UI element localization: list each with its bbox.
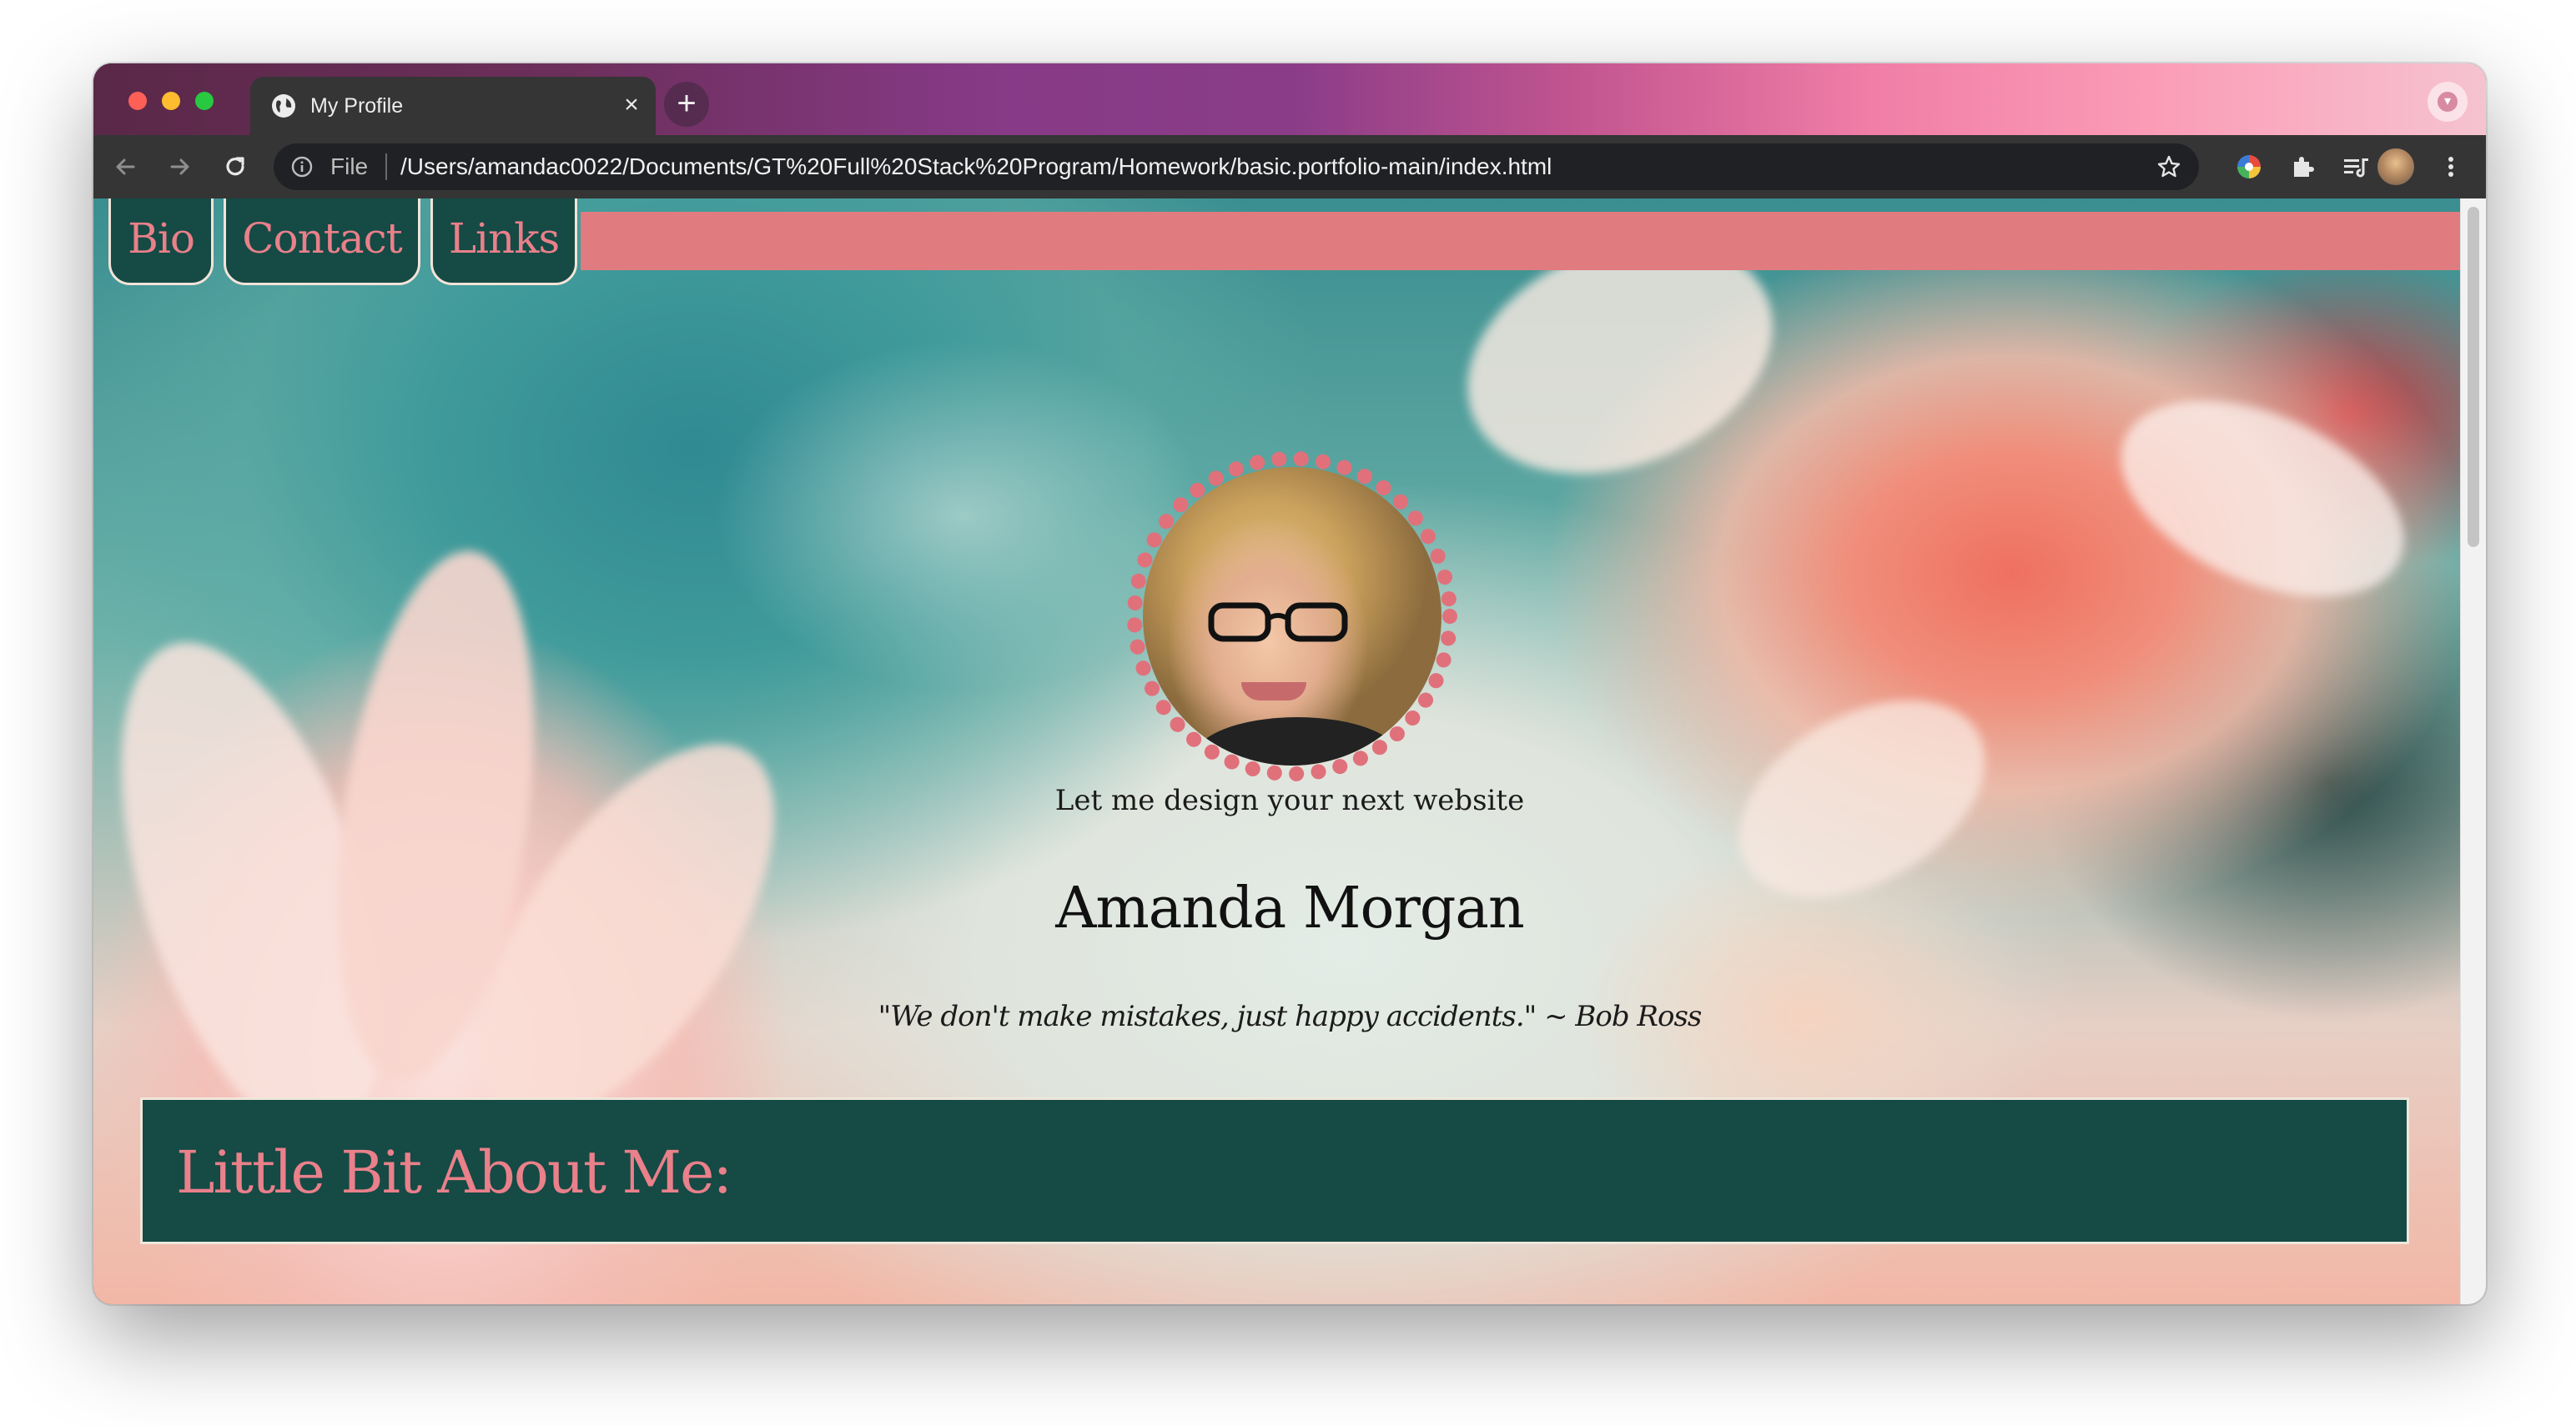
browser-toolbar: File /Users/amandac0022/Documents/GT%20F… — [93, 135, 2486, 198]
tab-search-button[interactable]: ▾ — [2428, 82, 2468, 122]
more-menu-icon[interactable] — [2434, 150, 2468, 183]
forward-icon[interactable] — [164, 150, 197, 183]
smile-shape — [1241, 682, 1306, 700]
extensions-puzzle-icon[interactable] — [2286, 150, 2319, 183]
tab-title: My Profile — [310, 94, 404, 118]
background-petal — [2090, 361, 2434, 636]
url-text[interactable]: /Users/amandac0022/Documents/GT%20Full%2… — [400, 153, 1552, 180]
scrollbar-track[interactable] — [2460, 198, 2486, 1304]
reload-icon[interactable] — [219, 150, 252, 183]
maximize-window-button[interactable] — [195, 92, 214, 110]
info-icon[interactable] — [290, 155, 314, 178]
close-window-button[interactable] — [128, 92, 147, 110]
profile-name: Amanda Morgan — [1055, 876, 1525, 941]
nav-link-bio[interactable]: Bio — [108, 198, 214, 285]
omnibox-separator — [385, 153, 387, 180]
profile-avatar[interactable] — [2377, 148, 2414, 185]
profile-photo — [1143, 467, 1441, 766]
profile-picture — [1126, 450, 1458, 782]
nav-link-links[interactable]: Links — [430, 198, 577, 285]
shirt-shape — [1193, 717, 1401, 766]
nav-link-contact[interactable]: Contact — [224, 198, 420, 285]
tab-my-profile[interactable]: My Profile × — [250, 77, 656, 135]
bookmark-star-icon[interactable] — [2156, 153, 2182, 180]
scrollbar-thumb[interactable] — [2468, 207, 2479, 547]
about-section: Little Bit About Me: — [140, 1097, 2409, 1244]
about-heading: Little Bit About Me: — [176, 1138, 732, 1207]
chevron-down-icon: ▾ — [2438, 92, 2458, 112]
reading-list-icon[interactable] — [2339, 150, 2372, 183]
color-picker-extension-icon[interactable] — [2232, 150, 2266, 183]
glasses-shape — [1208, 602, 1348, 642]
minimize-window-button[interactable] — [162, 92, 180, 110]
back-icon[interactable] — [108, 150, 142, 183]
browser-window: My Profile × + ▾ File /Users/amandac0022… — [93, 63, 2486, 1304]
address-bar[interactable]: File /Users/amandac0022/Documents/GT%20F… — [274, 143, 2199, 190]
page-viewport: Bio Contact Links Let me design your nex… — [93, 198, 2486, 1304]
tab-close-icon[interactable]: × — [617, 91, 646, 119]
navbar-strip — [581, 212, 2461, 270]
globe-icon — [272, 94, 295, 118]
tagline: Let me design your next website — [1054, 784, 1525, 817]
quote: "We don't make mistakes, just happy acci… — [878, 1000, 1703, 1033]
title-bar: My Profile × + ▾ — [93, 63, 2486, 135]
new-tab-button[interactable]: + — [664, 82, 709, 127]
scheme-label: File — [330, 153, 369, 179]
